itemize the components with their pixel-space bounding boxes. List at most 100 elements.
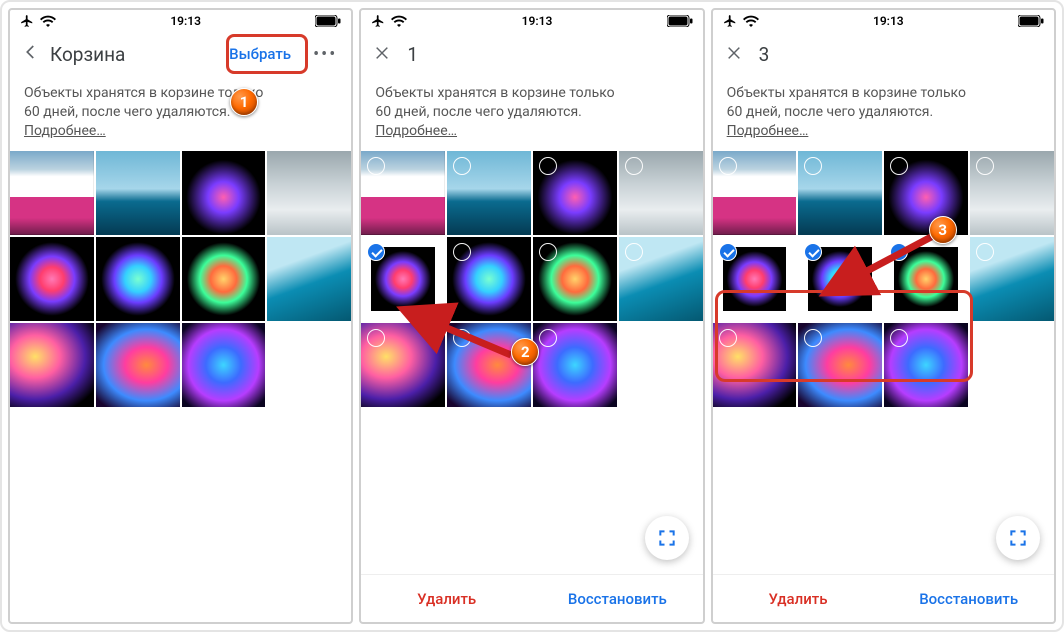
- select-ring-icon: [367, 157, 385, 175]
- trash-info: Объекты хранятся в корзине только 60 дне…: [361, 76, 702, 151]
- annotation-badge-1: 1: [230, 88, 258, 116]
- select-ring-icon: [453, 157, 471, 175]
- photo-thumb[interactable]: [182, 151, 266, 235]
- info-line2: 60 дней, после чего удаляются.: [727, 104, 934, 120]
- header: Корзина Выбрать •••: [10, 32, 351, 76]
- close-icon[interactable]: [369, 42, 395, 66]
- select-ring-icon: [539, 329, 557, 347]
- checkmark-icon: [890, 243, 908, 261]
- info-line2: 60 дней, после чего удаляются.: [375, 104, 582, 120]
- photo-thumb[interactable]: [619, 151, 703, 235]
- photo-thumb[interactable]: [10, 151, 94, 235]
- photo-thumb[interactable]: [182, 237, 266, 321]
- select-ring-icon: [453, 243, 471, 261]
- annotation-badge-3: 3: [929, 216, 957, 244]
- photo-thumb[interactable]: [533, 323, 617, 407]
- photo-thumb[interactable]: [267, 151, 351, 235]
- photo-thumb[interactable]: [10, 323, 94, 407]
- select-ring-icon: [625, 157, 643, 175]
- photo-thumb[interactable]: [619, 237, 703, 321]
- airplane-icon: [20, 14, 34, 28]
- select-ring-icon: [719, 329, 737, 347]
- selection-count: 3: [753, 43, 770, 66]
- status-bar: 19:13: [361, 10, 702, 32]
- learn-more-link[interactable]: Подробнее…: [727, 123, 809, 139]
- close-icon[interactable]: [721, 42, 747, 66]
- screen-1: 19:13 Корзина Выбрать ••• Объекты хранят…: [8, 8, 353, 624]
- restore-button[interactable]: Восстановить: [532, 575, 703, 622]
- photo-thumb[interactable]: [182, 323, 266, 407]
- photo-thumb[interactable]: [447, 151, 531, 235]
- select-ring-icon: [976, 243, 994, 261]
- checkmark-icon: [367, 243, 385, 261]
- more-icon[interactable]: •••: [307, 44, 343, 65]
- select-button[interactable]: Выбрать: [219, 41, 301, 67]
- header: 1: [361, 32, 702, 76]
- photo-thumb-selected[interactable]: [361, 237, 445, 321]
- photo-thumb[interactable]: [361, 151, 445, 235]
- photo-thumb[interactable]: [10, 237, 94, 321]
- photo-thumb[interactable]: [798, 323, 882, 407]
- photo-thumb[interactable]: [447, 237, 531, 321]
- airplane-icon: [723, 14, 737, 28]
- page-title: Корзина: [50, 43, 125, 66]
- photo-thumb-selected[interactable]: [798, 237, 882, 321]
- photo-thumb[interactable]: [361, 323, 445, 407]
- info-line2: 60 дней, после чего удаляются.: [24, 104, 231, 120]
- select-ring-icon: [367, 329, 385, 347]
- select-ring-icon: [976, 157, 994, 175]
- delete-button[interactable]: Удалить: [713, 575, 884, 622]
- photo-thumb[interactable]: [96, 151, 180, 235]
- fullscreen-fab[interactable]: [996, 516, 1040, 560]
- photo-thumb[interactable]: [884, 151, 968, 235]
- selection-count: 1: [401, 43, 418, 66]
- status-time: 19:13: [522, 14, 553, 28]
- photo-thumb-selected[interactable]: [884, 237, 968, 321]
- checkmark-icon: [719, 243, 737, 261]
- restore-button[interactable]: Восстановить: [883, 575, 1054, 622]
- battery-icon: [667, 15, 693, 27]
- battery-icon: [1018, 15, 1044, 27]
- action-bar: Удалить Восстановить: [713, 574, 1054, 622]
- battery-icon: [315, 15, 341, 27]
- info-line1: Объекты хранятся в корзине только: [24, 85, 263, 101]
- select-ring-icon: [539, 243, 557, 261]
- select-ring-icon: [625, 243, 643, 261]
- info-line1: Объекты хранятся в корзине только: [375, 85, 614, 101]
- screen-2: 19:13 1 Объекты хранятся в корзине тольк…: [359, 8, 704, 624]
- select-ring-icon: [719, 157, 737, 175]
- fullscreen-fab[interactable]: [645, 516, 689, 560]
- photo-thumb[interactable]: [798, 151, 882, 235]
- status-time: 19:13: [170, 14, 201, 28]
- photo-thumb[interactable]: [267, 237, 351, 321]
- photo-thumb[interactable]: [533, 151, 617, 235]
- select-ring-icon: [890, 157, 908, 175]
- header: 3: [713, 32, 1054, 76]
- wifi-icon: [40, 15, 56, 27]
- learn-more-link[interactable]: Подробнее…: [24, 123, 106, 139]
- back-icon[interactable]: [18, 42, 44, 67]
- status-bar: 19:13: [713, 10, 1054, 32]
- wifi-icon: [743, 15, 759, 27]
- photo-thumb[interactable]: [96, 237, 180, 321]
- photo-thumb[interactable]: [970, 237, 1054, 321]
- delete-button[interactable]: Удалить: [361, 575, 532, 622]
- trash-info: Объекты хранятся в корзине только 60 дне…: [10, 76, 351, 151]
- action-bar: Удалить Восстановить: [361, 574, 702, 622]
- photo-thumb[interactable]: [884, 323, 968, 407]
- screen-3: 19:13 3 Объекты хранятся в корзине тольк…: [711, 8, 1056, 624]
- wifi-icon: [391, 15, 407, 27]
- photo-thumb-selected[interactable]: [713, 237, 797, 321]
- info-line1: Объекты хранятся в корзине только: [727, 85, 966, 101]
- photo-thumb[interactable]: [713, 323, 797, 407]
- photo-thumb[interactable]: [533, 237, 617, 321]
- select-ring-icon: [539, 157, 557, 175]
- learn-more-link[interactable]: Подробнее…: [375, 123, 457, 139]
- photo-thumb[interactable]: [713, 151, 797, 235]
- photo-grid: [10, 151, 351, 407]
- select-ring-icon: [890, 329, 908, 347]
- photo-thumb[interactable]: [970, 151, 1054, 235]
- photo-thumb[interactable]: [96, 323, 180, 407]
- airplane-icon: [371, 14, 385, 28]
- select-ring-icon: [453, 329, 471, 347]
